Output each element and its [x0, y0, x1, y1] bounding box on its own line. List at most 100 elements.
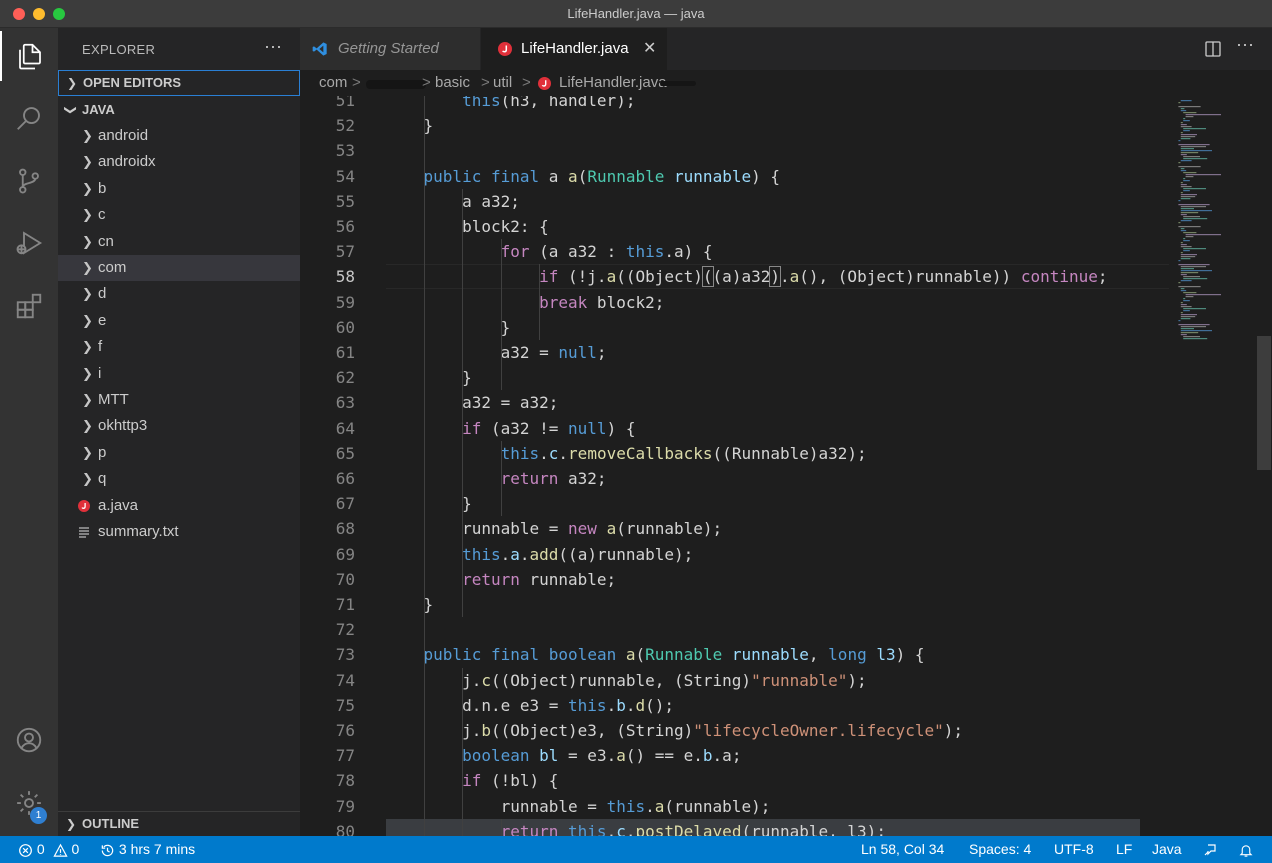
breadcrumb-segment[interactable]: util	[493, 70, 512, 96]
feedback-icon[interactable]	[1202, 836, 1218, 863]
code-line[interactable]: 78 if (!bl) {	[300, 768, 1272, 793]
java-folder-section[interactable]: ❯ JAVA	[58, 98, 300, 122]
code-text: a32 = a32;	[385, 393, 559, 413]
problems-indicator[interactable]: 0 0	[18, 836, 79, 863]
code-line[interactable]: 74 j.c((Object)runnable, (String)"runnab…	[300, 668, 1272, 693]
explorer-icon[interactable]	[0, 31, 58, 81]
code-line[interactable]: 51 this(h3, handler);	[300, 96, 1272, 113]
code-line[interactable]: 55 a a32;	[300, 189, 1272, 214]
code-line[interactable]: 67 }	[300, 491, 1272, 516]
end-of-line[interactable]: LF	[1116, 836, 1132, 863]
run-debug-icon[interactable]	[0, 218, 58, 268]
tree-file[interactable]: a.java	[58, 493, 300, 519]
line-number: 60	[335, 317, 355, 337]
code-line[interactable]: 72	[300, 617, 1272, 642]
tree-folder[interactable]: ❯ okhttp3	[58, 413, 300, 439]
code-line[interactable]: 65 this.c.removeCallbacks((Runnable)a32)…	[300, 441, 1272, 466]
tab-close-icon[interactable]: ✕	[643, 28, 656, 70]
code-line[interactable]: 52 }	[300, 113, 1272, 138]
tree-folder[interactable]: ❯ cn	[58, 229, 300, 255]
extensions-icon[interactable]	[0, 281, 58, 331]
code-line[interactable]: 71 }	[300, 592, 1272, 617]
code-line[interactable]: 57 for (a a32 : this.a) {	[300, 239, 1272, 264]
tree-folder[interactable]: ❯ d	[58, 281, 300, 307]
warning-icon	[52, 843, 68, 857]
title-bar: LifeHandler.java — java	[0, 0, 1272, 28]
code-line[interactable]: 56 block2: {	[300, 214, 1272, 239]
outline-section[interactable]: ❯ OUTLINE	[58, 811, 300, 835]
java-file-icon	[78, 499, 90, 512]
tab-lifehandler-java[interactable]: LifeHandler.java ✕	[481, 28, 667, 70]
chevron-right-icon: ❯	[82, 260, 93, 275]
code-line[interactable]: 76 j.b((Object)e3, (String)"lifecycleOwn…	[300, 718, 1272, 743]
explorer-more-button[interactable]: ···	[264, 36, 282, 57]
code-line[interactable]: 58 if (!j.a((Object)((a)a32).a(), (Objec…	[300, 264, 1272, 290]
tree-folder[interactable]: ❯ androidx	[58, 149, 300, 175]
line-number: 70	[335, 569, 355, 589]
code-line[interactable]: 79 runnable = this.a(runnable);	[300, 794, 1272, 819]
minimap[interactable]	[1168, 96, 1258, 836]
notifications-bell-icon[interactable]	[1239, 836, 1253, 863]
tab-getting-started[interactable]: Getting Started	[300, 28, 480, 70]
search-icon[interactable]	[0, 93, 58, 143]
breadcrumb-segment[interactable]: basic	[435, 70, 470, 96]
code-line[interactable]: 62 }	[300, 365, 1272, 390]
tree-folder[interactable]: ❯ p	[58, 440, 300, 466]
code-line[interactable]: 75 d.n.e e3 = this.b.d();	[300, 693, 1272, 718]
code-line[interactable]: 70 return runnable;	[300, 567, 1272, 592]
tree-folder[interactable]: ❯ c	[58, 202, 300, 228]
code-text: d.n.e e3 = this.b.d();	[385, 695, 675, 715]
open-editors-section[interactable]: ❯ OPEN EDITORS	[58, 70, 300, 96]
code-line[interactable]: 66 return a32;	[300, 466, 1272, 491]
tree-folder[interactable]: ❯ MTT	[58, 387, 300, 413]
code-line[interactable]: 59 break block2;	[300, 290, 1272, 315]
vertical-scrollbar[interactable]	[1257, 336, 1271, 470]
tree-folder[interactable]: ❯ i	[58, 361, 300, 387]
breadcrumb-segment[interactable]: com	[319, 70, 347, 96]
code-text: }	[385, 368, 472, 388]
explorer-title: EXPLORER	[82, 42, 156, 57]
error-icon	[19, 843, 32, 857]
code-line[interactable]: 53	[300, 138, 1272, 163]
code-line[interactable]: 61 a32 = null;	[300, 340, 1272, 365]
tree-folder[interactable]: ❯ f	[58, 334, 300, 360]
code-line[interactable]: 80 return this.c.postDelayed(runnable, l…	[300, 818, 1272, 836]
code-line[interactable]: 77 boolean bl = e3.a() == e.b.a;	[300, 743, 1272, 768]
encoding[interactable]: UTF-8	[1054, 836, 1094, 863]
indentation[interactable]: Spaces: 4	[969, 836, 1031, 863]
code-line[interactable]: 68 runnable = new a(runnable);	[300, 516, 1272, 541]
tree-folder[interactable]: ❯ com	[58, 255, 300, 281]
code-line[interactable]: 73 public final boolean a(Runnable runna…	[300, 642, 1272, 667]
code-editor[interactable]: 51 this(h3, handler); 52 } 53 54 public fin…	[300, 96, 1272, 836]
tree-item-label: MTT	[98, 391, 129, 408]
line-number: 78	[335, 771, 355, 791]
accounts-icon[interactable]	[0, 715, 58, 765]
code-line[interactable]: 63 a32 = a32;	[300, 390, 1272, 415]
code-line[interactable]: 60 }	[300, 315, 1272, 340]
cursor-position[interactable]: Ln 58, Col 34	[861, 836, 944, 863]
code-text: if (!j.a((Object)((a)a32).a(), (Object)r…	[539, 266, 1108, 288]
tree-file[interactable]: summary.txt	[58, 519, 300, 545]
time-tracker[interactable]: 3 hrs 7 mins	[100, 836, 195, 863]
redacted-segment	[366, 80, 426, 89]
tree-folder[interactable]: ❯ e	[58, 308, 300, 334]
code-text: block2: {	[385, 217, 549, 236]
code-text: this.a.add((a)runnable);	[462, 544, 694, 564]
code-line[interactable]: 64 if (a32 != null) {	[300, 416, 1272, 441]
editor-more-button[interactable]: ···	[1236, 34, 1254, 55]
language-mode[interactable]: Java	[1152, 836, 1182, 863]
java-file-icon	[498, 42, 512, 56]
chevron-right-icon: ❯	[82, 154, 93, 170]
manage-gear-icon[interactable]: 1	[0, 778, 58, 828]
java-file-icon	[538, 77, 551, 90]
code-line[interactable]: 69 this.a.add((a)runnable);	[300, 542, 1272, 567]
tree-folder[interactable]: ❯ b	[58, 176, 300, 202]
tree-folder[interactable]: ❯ android	[58, 123, 300, 149]
split-editor-icon[interactable]	[1204, 40, 1222, 58]
tree-folder[interactable]: ❯ q	[58, 466, 300, 492]
activity-bar: 1	[0, 28, 58, 836]
code-text: return this.c.postDelayed(runnable, l3);	[500, 821, 886, 836]
breadcrumb-segment[interactable]: LifeHandler.java	[559, 70, 667, 96]
source-control-icon[interactable]	[0, 156, 58, 206]
code-line[interactable]: 54 public final a a(Runnable runnable) {	[300, 164, 1272, 189]
